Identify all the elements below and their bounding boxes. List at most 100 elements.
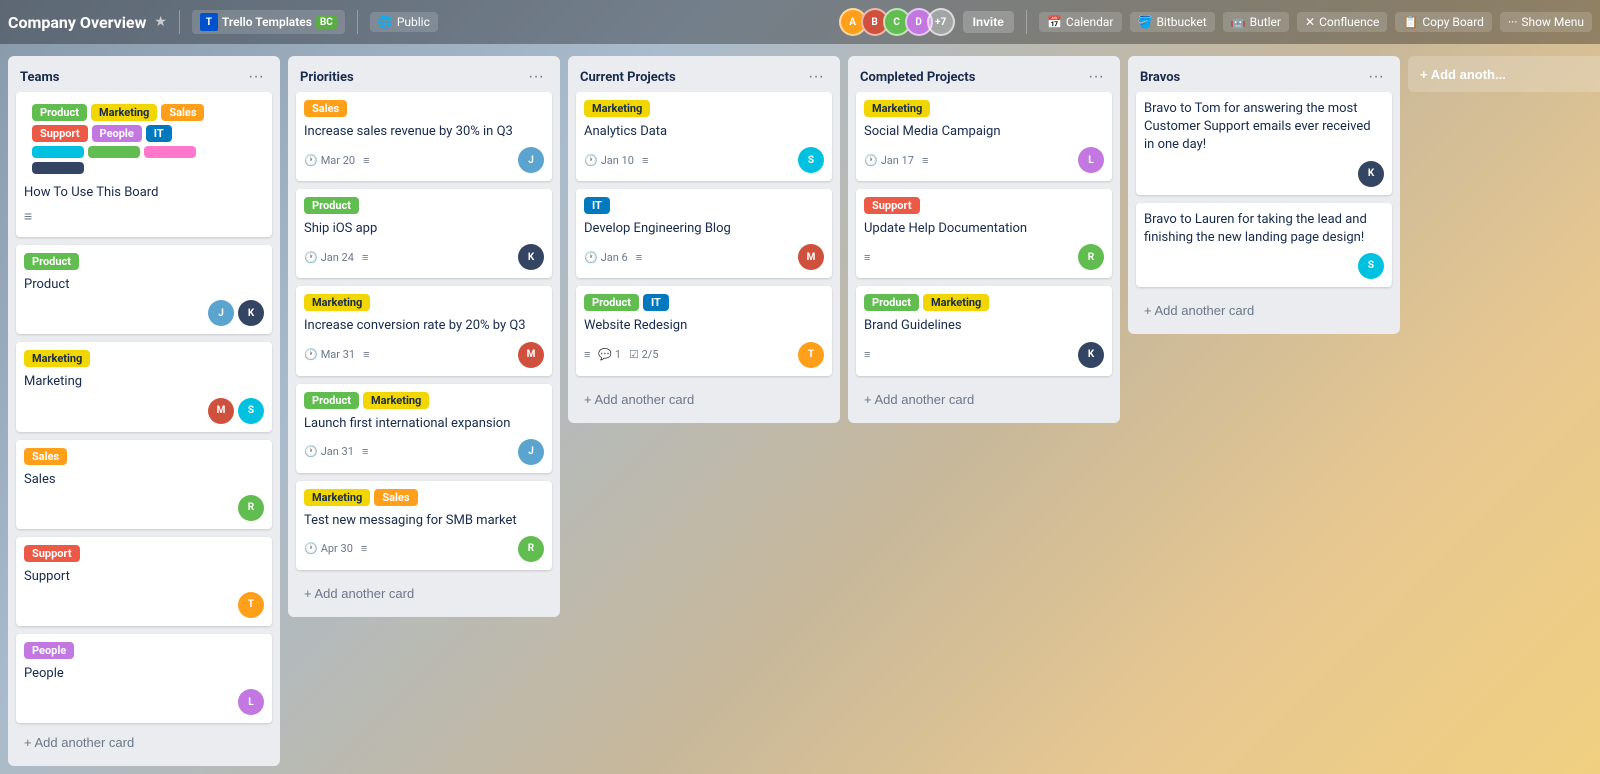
card-labels: Marketing (584, 100, 824, 117)
card[interactable]: SupportUpdate Help Documentation≡R (856, 189, 1112, 278)
card-footer: K (1144, 161, 1384, 187)
workspace-badge[interactable]: T Trello Templates BC (192, 10, 345, 34)
card-title: Product (24, 276, 264, 294)
card-labels: Support (24, 545, 264, 562)
column-menu-button[interactable]: ··· (1364, 66, 1388, 88)
card-checklist: ☑ 2/5 (629, 348, 659, 361)
card-label: Marketing (923, 294, 989, 311)
card[interactable]: Bravo to Lauren for taking the lead and … (1136, 203, 1392, 287)
card-avatar-group: S (1358, 253, 1384, 279)
column-menu-button[interactable]: ··· (804, 66, 828, 88)
show-menu-button[interactable]: ··· Show Menu (1500, 12, 1592, 32)
card-labels: ProductMarketing (304, 392, 544, 409)
card-labels: Support (864, 197, 1104, 214)
card-meta: 🕐 Mar 31≡ (304, 348, 370, 361)
card-desc-icon: ≡ (362, 445, 368, 458)
column-header: Current Projects··· (568, 56, 840, 92)
butler-tool[interactable]: 🤖 Butler (1223, 12, 1289, 32)
card-meta: 🕐 Mar 20≡ (304, 154, 370, 167)
add-card-button[interactable]: + Add another card (852, 384, 1116, 415)
card-title: Ship iOS app (304, 220, 544, 238)
card-title: Bravo to Tom for answering the most Cust… (1144, 100, 1384, 155)
add-card-button[interactable]: + Add another card (292, 578, 556, 609)
card-title: Analytics Data (584, 123, 824, 141)
card-avatar: K (1078, 342, 1104, 368)
invite-button[interactable]: Invite (963, 11, 1014, 33)
confluence-tool[interactable]: ✕ Confluence (1297, 12, 1387, 32)
card-date: 🕐 Jan 24 (304, 251, 354, 264)
card-footer: 🕐 Apr 30≡R (304, 536, 544, 562)
calendar-tool[interactable]: 📅 Calendar (1039, 12, 1122, 32)
star-icon[interactable]: ★ (154, 14, 167, 30)
label: People (92, 125, 142, 142)
card[interactable]: ProductMarketingLaunch first internation… (296, 384, 552, 473)
card-desc-icon: ≡ (922, 154, 928, 167)
card-title: Marketing (24, 373, 264, 391)
card-desc-icon: ≡ (642, 154, 648, 167)
card-title: People (24, 665, 264, 683)
card-label: Marketing (304, 489, 370, 506)
card[interactable]: MarketingAnalytics Data🕐 Jan 10≡S (576, 92, 832, 181)
menu-icon: ≡ (24, 208, 264, 225)
card-avatar: K (238, 300, 264, 326)
card[interactable]: MarketingMarketingMS (16, 342, 272, 431)
card-avatar: J (518, 147, 544, 173)
card[interactable]: Bravo to Tom for answering the most Cust… (1136, 92, 1392, 195)
card-meta: ≡ (864, 251, 870, 264)
visibility-button[interactable]: 🌐 Public (370, 12, 438, 32)
card-avatar-group: J (518, 439, 544, 465)
add-card-button[interactable]: + Add another card (572, 384, 836, 415)
add-another-list-button[interactable]: + Add anoth... (1408, 56, 1600, 92)
card-desc-icon: ≡ (584, 348, 590, 361)
add-card-button[interactable]: + Add another card (12, 727, 276, 758)
column-bravos: Bravos··· Bravo to Tom for answering the … (1128, 56, 1400, 334)
column-header: Bravos··· (1128, 56, 1400, 92)
card-footer: T (24, 592, 264, 618)
card[interactable]: PeoplePeopleL (16, 634, 272, 723)
column-menu-button[interactable]: ··· (524, 66, 548, 88)
card[interactable]: MarketingSocial Media Campaign🕐 Jan 17≡L (856, 92, 1112, 181)
card[interactable]: ProductITWebsite Redesign≡💬 1☑ 2/5T (576, 286, 832, 375)
label: Marketing (91, 104, 157, 121)
card-labels: Sales (24, 448, 264, 465)
card-avatar: J (208, 300, 234, 326)
card[interactable]: SalesSalesR (16, 440, 272, 529)
card-meta: 🕐 Apr 30≡ (304, 542, 367, 555)
avatar-count[interactable]: +7 (927, 8, 955, 36)
card[interactable]: ProductShip iOS app🕐 Jan 24≡K (296, 189, 552, 278)
card-labels: Marketing (864, 100, 1104, 117)
card-title: Brand Guidelines (864, 317, 1104, 335)
card-avatar-group: K (1358, 161, 1384, 187)
card[interactable]: MarketingIncrease conversion rate by 20%… (296, 286, 552, 375)
column-body: ProductMarketingSalesSupportPeopleITHow … (8, 92, 280, 727)
card-footer: 🕐 Jan 24≡K (304, 244, 544, 270)
card-avatar: M (798, 244, 824, 270)
card-date: 🕐 Apr 30 (304, 542, 353, 555)
card-desc-icon: ≡ (864, 348, 870, 361)
card-avatar-group: S (798, 147, 824, 173)
add-card-button[interactable]: + Add another card (1132, 295, 1396, 326)
column-menu-button[interactable]: ··· (244, 66, 268, 88)
card-title: Develop Engineering Blog (584, 220, 824, 238)
card[interactable]: SalesIncrease sales revenue by 30% in Q3… (296, 92, 552, 181)
card-labels: Product (24, 253, 264, 270)
card-avatar-group: K (1078, 342, 1104, 368)
card-title: Bravo to Lauren for taking the lead and … (1144, 211, 1384, 247)
card[interactable]: Product Product JK (16, 245, 272, 334)
column-menu-button[interactable]: ··· (1084, 66, 1108, 88)
card[interactable]: MarketingSalesTest new messaging for SMB… (296, 481, 552, 570)
card-avatar-group: MS (208, 398, 264, 424)
card-footer: 🕐 Jan 10≡S (584, 147, 824, 173)
card[interactable]: ProductMarketingBrand Guidelines≡K (856, 286, 1112, 375)
card[interactable]: ITDevelop Engineering Blog🕐 Jan 6≡M (576, 189, 832, 278)
divider3 (1026, 10, 1027, 34)
column-title: Teams (20, 70, 59, 85)
card[interactable]: SupportSupportT (16, 537, 272, 626)
card-footer: ≡R (864, 244, 1104, 270)
card-desc-icon: ≡ (363, 154, 369, 167)
bitbucket-tool[interactable]: 🪣 Bitbucket (1130, 12, 1215, 32)
card[interactable]: ProductMarketingSalesSupportPeopleITHow … (16, 92, 272, 237)
card-title: Increase sales revenue by 30% in Q3 (304, 123, 544, 141)
card-desc-icon: ≡ (363, 348, 369, 361)
copy-board-tool[interactable]: 📋 Copy Board (1395, 12, 1492, 32)
